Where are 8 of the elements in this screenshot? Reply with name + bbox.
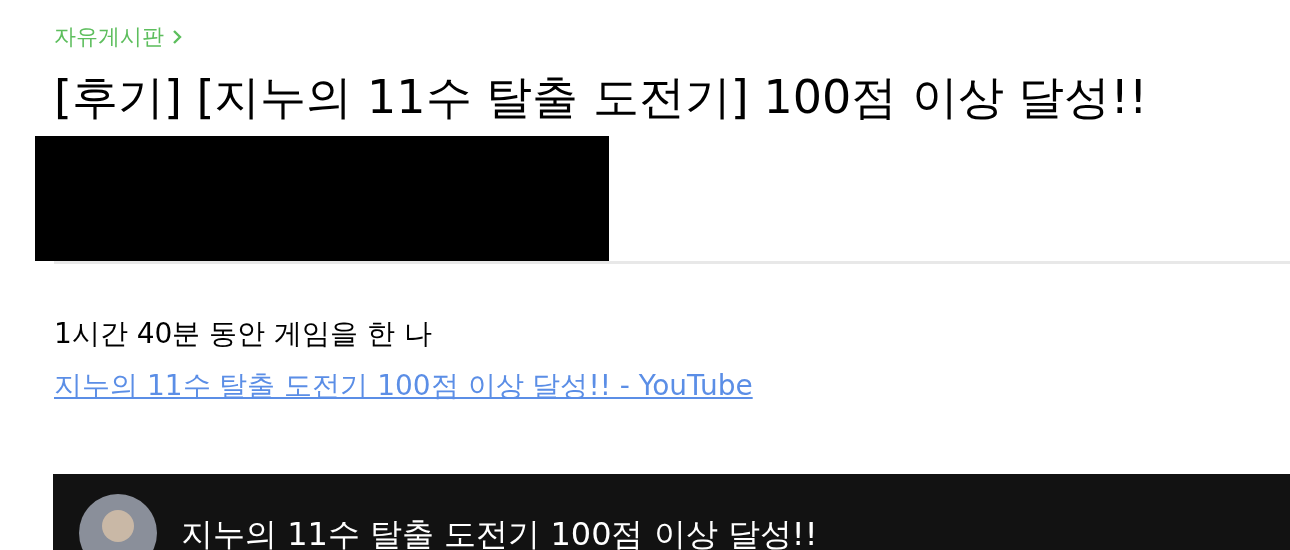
video-embed[interactable]: 지누의 11수 탈출 도전기 100점 이상 달성!!	[53, 474, 1290, 550]
chevron-right-icon	[172, 29, 182, 45]
youtube-link[interactable]: 지누의 11수 탈출 도전기 100점 이상 달성!! - YouTube	[54, 366, 753, 406]
video-title: 지누의 11수 탈출 도전기 100점 이상 달성!!	[181, 514, 818, 550]
board-link[interactable]: 자유게시판	[54, 22, 182, 52]
avatar-icon	[79, 494, 157, 550]
post-title: [후기] [지누의 11수 탈출 도전기] 100점 이상 달성!!	[54, 69, 1149, 126]
post-text: 1시간 40분 동안 게임을 한 나	[54, 316, 433, 352]
